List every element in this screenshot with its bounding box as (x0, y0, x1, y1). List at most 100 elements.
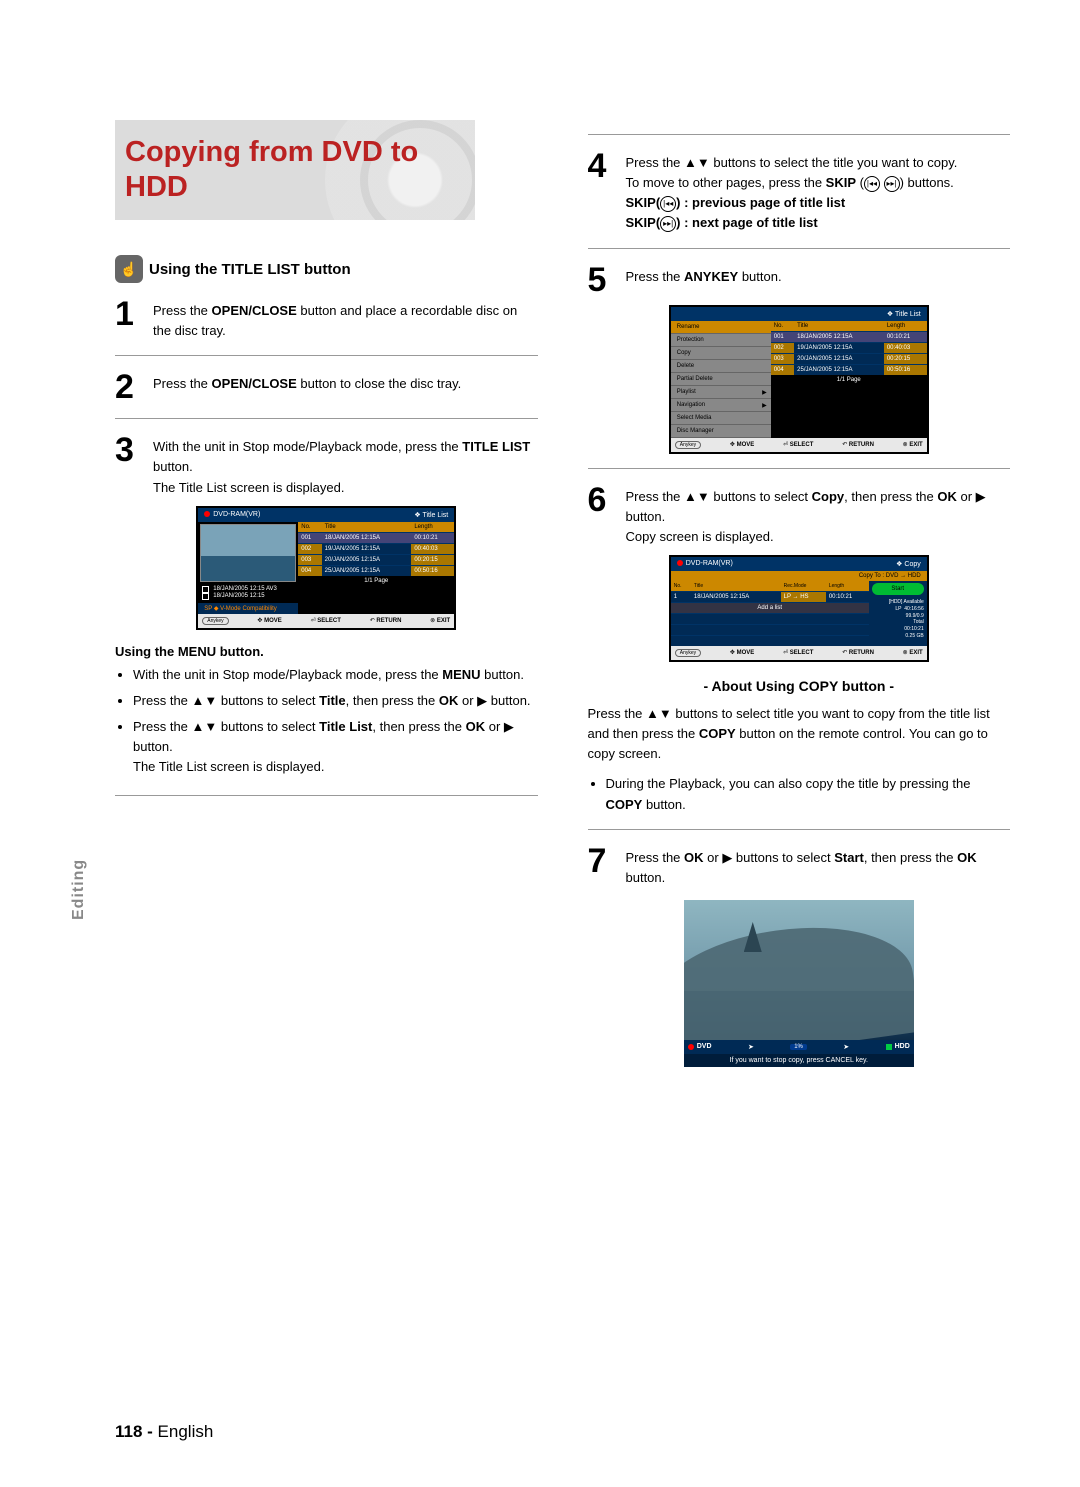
about-heading: - About Using COPY button - (588, 678, 1011, 694)
step-body: Press the OPEN/CLOSE button to close the… (153, 370, 461, 394)
anykey-menu-screen: ❖ Title List Rename Protection Copy Dele… (669, 305, 929, 454)
bold: OK (957, 850, 977, 865)
step-num: 5 (588, 263, 616, 297)
bold: Start (834, 850, 864, 865)
copy-table: No. Title Rec.Mode Length 1 18/JAN/2005 … (671, 581, 869, 646)
menu-item[interactable]: Disc Manager (671, 425, 771, 438)
start-button[interactable]: Start (872, 583, 924, 595)
add-a-list[interactable]: Add a list (671, 602, 869, 613)
skip-prev-icon: |◂◂ (864, 176, 880, 192)
col-title: Title (794, 321, 884, 332)
text: , then press the (346, 693, 439, 708)
cell: 18/JAN/2005 12:15A (691, 591, 781, 602)
menu-item[interactable]: Navigation▶ (671, 399, 771, 412)
step-6: 6 Press the ▲▼ buttons to select Copy, t… (588, 483, 1011, 547)
left-column: Copying from DVD to HDD ☝ Using the TITL… (115, 120, 538, 1067)
cell: 00:40:03 (884, 342, 927, 353)
col-rec: Rec.Mode (781, 581, 826, 592)
page-number: 118 - English (115, 1422, 213, 1442)
text: Press the ▲▼ buttons to select (133, 719, 319, 734)
select-hint: SELECT (790, 650, 814, 656)
move-hint: MOVE (264, 618, 282, 624)
return-hint: RETURN (376, 618, 401, 624)
cell: 25/JAN/2005 12:15A (322, 565, 412, 576)
text: 00:10:21 (904, 626, 923, 632)
skip-prev-icon: |◂◂ (660, 196, 676, 212)
cell: 004 (771, 364, 794, 375)
disc-label: DVD-RAM(VR) (686, 560, 733, 567)
return-hint: RETURN (849, 650, 874, 656)
text: , then press the (844, 489, 937, 504)
menu-item[interactable]: Delete (671, 360, 771, 373)
cell: 20/JAN/2005 12:15A (322, 554, 412, 565)
progress-shot: DVD ➤ 1% ➤ HDD If you want to stop copy,… (684, 900, 914, 1067)
menu-item[interactable]: Select Media (671, 412, 771, 425)
text: , then press the (864, 850, 957, 865)
cell: 19/JAN/2005 12:15A (794, 342, 884, 353)
bold: OK (439, 693, 459, 708)
footer-bar: Anykey ✥ MOVE ⏎ SELECT ↶ RETURN ⊗ EXIT (198, 614, 454, 628)
about-bullet: During the Playback, you can also copy t… (606, 774, 1011, 814)
section-tab: Editing (70, 859, 88, 920)
bold: OPEN/CLOSE (212, 376, 297, 391)
text: Press the ▲▼ buttons to select (133, 693, 319, 708)
menu-item[interactable]: Protection (671, 334, 771, 347)
screen-title: Title List (422, 512, 448, 519)
anykey-menu: Rename Protection Copy Delete Partial De… (671, 321, 771, 438)
page-title: Copying from DVD to HDD (115, 120, 475, 220)
bold: ANYKEY (684, 269, 738, 284)
cell: 001 (298, 532, 321, 543)
step-num: 2 (115, 370, 143, 404)
col-title: Title (322, 522, 412, 533)
bold: COPY (606, 797, 643, 812)
cell: 00:40:03 (411, 543, 454, 554)
text: 99.9/0.9 (906, 613, 924, 619)
text: Copy screen is displayed. (626, 529, 774, 544)
text: Press the (153, 376, 212, 391)
bold: ) : previous page of title list (676, 195, 845, 210)
anykey-pill: Anykey (675, 441, 701, 449)
step-1: 1 Press the OPEN/CLOSE button and place … (115, 297, 538, 341)
text: button. (642, 797, 685, 812)
copy-screen: DVD-RAM(VR) ❖ Copy Copy To : DVD → HDD N… (669, 555, 929, 662)
menu-bullet: Press the ▲▼ buttons to select Title, th… (133, 691, 538, 711)
text: or ▶ buttons to select (704, 850, 835, 865)
col-no: No. (671, 581, 691, 592)
menu-item[interactable]: Rename (671, 321, 771, 334)
step-3: 3 With the unit in Stop mode/Playback mo… (115, 433, 538, 497)
move-hint: MOVE (737, 442, 755, 448)
select-hint: SELECT (790, 442, 814, 448)
chevron-right-icon: ▶ (762, 402, 767, 409)
exit-hint: EXIT (909, 442, 922, 448)
bold: MENU (442, 667, 480, 682)
dst-label: HDD (895, 1043, 910, 1050)
cell: 00:50:16 (884, 364, 927, 375)
step-num: 1 (115, 297, 143, 331)
step-num: 3 (115, 433, 143, 467)
page-indicator: 1/1 Page (298, 576, 454, 586)
menu-item[interactable]: Partial Delete (671, 373, 771, 386)
menu-item[interactable]: Playlist▶ (671, 386, 771, 399)
menu-item[interactable]: Copy (671, 347, 771, 360)
divider (588, 829, 1011, 830)
cell: 001 (771, 331, 794, 342)
skip-next-icon: ▸▸| (660, 216, 676, 232)
anykey-pill: Anykey (202, 617, 228, 625)
screen-title: Copy (904, 561, 920, 568)
cancel-hint: If you want to stop copy, press CANCEL k… (684, 1054, 914, 1067)
menu-subheading: Using the MENU button. (115, 644, 538, 659)
text: 0.25 GB (905, 633, 923, 639)
divider (588, 248, 1011, 249)
col-no: No. (298, 522, 321, 533)
bold: Title (319, 693, 346, 708)
footer-bar: Anykey ✥ MOVE ⏎ SELECT ↶ RETURN ⊗ EXIT (671, 646, 927, 660)
col-len: Length (826, 581, 869, 592)
page-lang: English (158, 1422, 214, 1441)
cell: 002 (298, 543, 321, 554)
col-title: Title (691, 581, 781, 592)
cell: 19/JAN/2005 12:15A (322, 543, 412, 554)
about-paragraph: Press the ▲▼ buttons to select title you… (588, 704, 1011, 764)
text: button. (481, 667, 524, 682)
cell: 003 (771, 353, 794, 364)
step-7: 7 Press the OK or ▶ buttons to select St… (588, 844, 1011, 888)
